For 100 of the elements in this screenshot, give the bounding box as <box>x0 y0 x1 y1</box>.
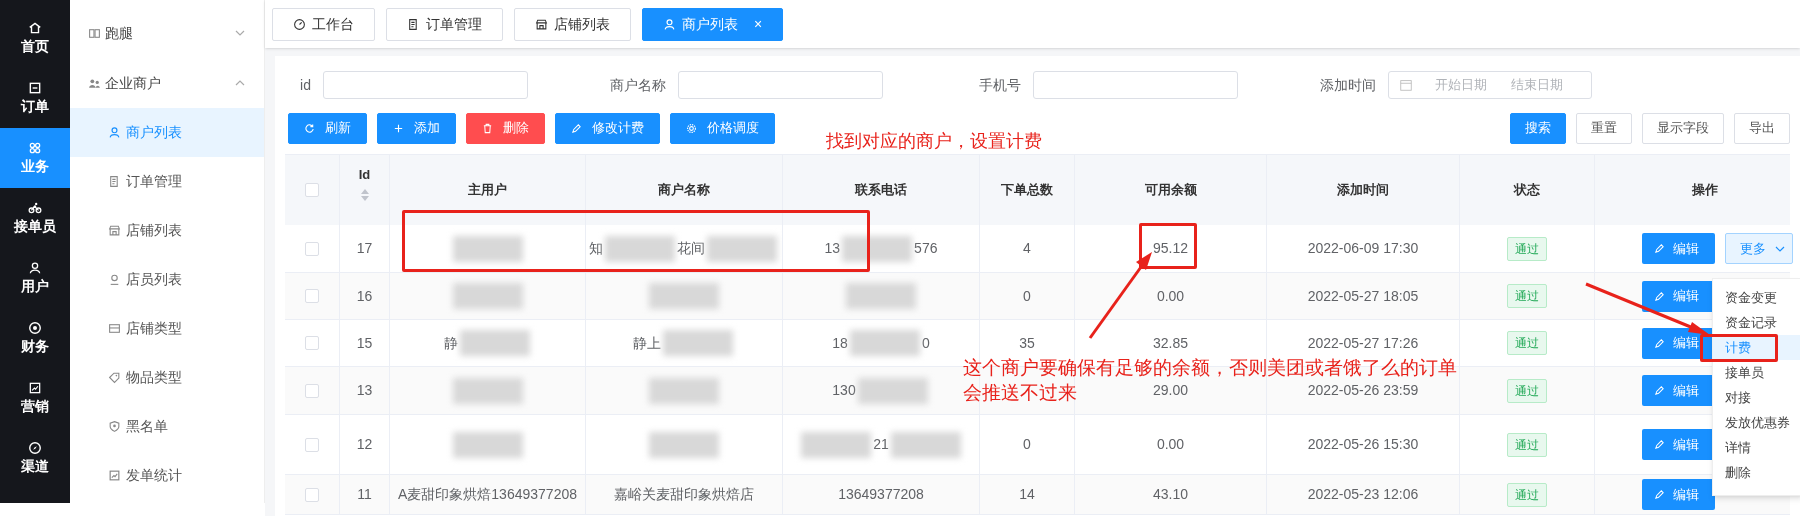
text-field[interactable] <box>678 71 883 99</box>
tag-icon <box>108 371 121 384</box>
pen-icon <box>1654 290 1665 302</box>
column-header: 状态 <box>1514 181 1540 200</box>
column-header: 添加时间 <box>1337 181 1389 200</box>
shield-icon <box>108 420 121 433</box>
bicycle-icon <box>28 201 42 215</box>
status-tag: 通过 <box>1507 378 1547 403</box>
table-cell-text: 花间 <box>677 239 705 258</box>
menu-item[interactable]: 删除 <box>1713 460 1800 485</box>
table-cell-text: 13649377208 <box>838 485 924 504</box>
table-cell-text: 2022-06-09 17:30 <box>1307 239 1419 258</box>
coin-icon <box>28 321 42 335</box>
checkbox[interactable] <box>305 183 319 197</box>
pen-icon <box>1654 439 1665 450</box>
status-tag: 通过 <box>1507 284 1547 308</box>
pen-icon <box>1654 243 1665 254</box>
annotation-text: 会推送不过来 <box>963 381 1077 405</box>
redacted-blur <box>452 235 523 262</box>
menu-item[interactable]: 对接 <box>1713 385 1800 410</box>
redacted-blur <box>605 235 675 262</box>
plus-icon <box>393 122 404 134</box>
tab[interactable]: 工作台 <box>272 7 375 41</box>
table-cell-text: 32.85 <box>1152 333 1188 353</box>
submenu-item[interactable]: 店铺列表 <box>70 206 264 255</box>
square-icon <box>28 81 42 95</box>
button[interactable]: 显示字段 <box>1642 112 1724 144</box>
status-tag: 通过 <box>1507 236 1547 261</box>
submenu-item[interactable]: 店员列表 <box>70 255 264 304</box>
checkbox[interactable] <box>305 336 319 350</box>
table-cell-text: 知 <box>589 239 603 258</box>
nav-rail-item[interactable]: 订单 <box>0 68 70 128</box>
table-cell-text: 15 <box>356 333 373 353</box>
menu-item[interactable]: 详情 <box>1713 435 1800 460</box>
submenu-item[interactable]: 物品类型 <box>70 353 264 402</box>
nav-rail-item[interactable]: 接单员 <box>0 188 70 248</box>
users-icon <box>88 76 101 90</box>
submenu-item[interactable]: 店铺类型 <box>70 304 264 353</box>
redacted-blur <box>842 235 913 262</box>
card-icon <box>108 322 121 335</box>
table-cell-text: 0.00 <box>1156 286 1185 306</box>
text-field[interactable] <box>323 71 528 99</box>
person-icon <box>108 273 121 286</box>
submenu-item[interactable]: 订单管理 <box>70 157 264 206</box>
table-cell-text: 2022-05-26 15:30 <box>1307 435 1419 454</box>
menu-item[interactable]: 资金变更 <box>1713 285 1800 310</box>
table-cell-text: 2022-05-23 12:06 <box>1307 485 1419 504</box>
text-field[interactable] <box>1033 71 1238 99</box>
tab[interactable]: 订单管理 <box>386 7 503 41</box>
nav-rail-item[interactable]: 用户 <box>0 248 70 308</box>
table-cell-text: 18 <box>832 333 848 353</box>
redacted-blur <box>649 283 719 309</box>
status-tag: 通过 <box>1507 331 1547 355</box>
table-cell-text: 静 <box>443 333 458 353</box>
redacted-blur <box>890 431 961 458</box>
nav-rail-item[interactable]: 财务 <box>0 308 70 368</box>
tab[interactable]: 店铺列表 <box>514 7 631 41</box>
table-cell-text: 35 <box>1019 333 1035 353</box>
table-cell-text: 13 <box>356 381 373 400</box>
checkbox[interactable] <box>305 241 319 256</box>
menu-item[interactable]: 接单员 <box>1713 360 1800 385</box>
button[interactable]: 导出 <box>1734 112 1790 144</box>
table-cell-text: 0 <box>1023 286 1031 306</box>
table-cell-text: 2022-05-27 17:26 <box>1307 333 1419 353</box>
column-header: 可用余额 <box>1144 181 1197 200</box>
redacted-blur <box>849 330 920 356</box>
checkbox[interactable] <box>305 289 319 303</box>
submenu-group[interactable]: 企业商户 <box>70 58 264 108</box>
menu-item[interactable]: 发放优惠券 <box>1713 410 1800 435</box>
table-cell-text: 静上 <box>633 333 661 353</box>
button[interactable]: 重置 <box>1576 112 1632 144</box>
submenu-item[interactable]: 黑名单 <box>70 402 264 451</box>
redacted-blur <box>452 377 523 404</box>
column-header: 联系电话 <box>855 181 907 200</box>
table-cell-text: 2022-05-27 18:05 <box>1307 286 1419 306</box>
gauge-icon <box>293 17 306 31</box>
redacted-blur <box>707 235 777 262</box>
menu-item[interactable]: 资金记录 <box>1713 310 1800 335</box>
table-cell-text: 95.12 <box>1152 239 1188 258</box>
pen-icon <box>1654 385 1665 396</box>
nav-rail-item[interactable]: 营销 <box>0 368 70 428</box>
table-cell-text: 嘉峪关麦甜印象烘焙店 <box>614 485 754 504</box>
table-cell-text: A麦甜印象烘焙13649377208 <box>398 485 577 504</box>
table-cell-text: 130 <box>832 381 856 400</box>
table-cell-text: 21 <box>873 435 889 454</box>
checkbox[interactable] <box>305 383 319 398</box>
field-label: 添加时间 <box>1319 75 1377 95</box>
checkbox[interactable] <box>305 487 319 502</box>
document-icon <box>407 17 420 31</box>
user-icon <box>663 17 676 31</box>
column-header: 商户名称 <box>658 181 710 200</box>
home-icon <box>28 21 42 35</box>
nav-rail-item[interactable]: 首页 <box>0 8 70 68</box>
submenu-item[interactable]: 发单统计 <box>70 451 264 500</box>
chart-icon <box>108 469 121 482</box>
submenu-group[interactable]: 跑腿 <box>70 8 264 58</box>
checkbox[interactable] <box>305 437 319 452</box>
redacted-blur <box>846 283 916 309</box>
nav-rail-item[interactable]: 渠道 <box>0 428 70 488</box>
field-label: id <box>299 75 312 95</box>
